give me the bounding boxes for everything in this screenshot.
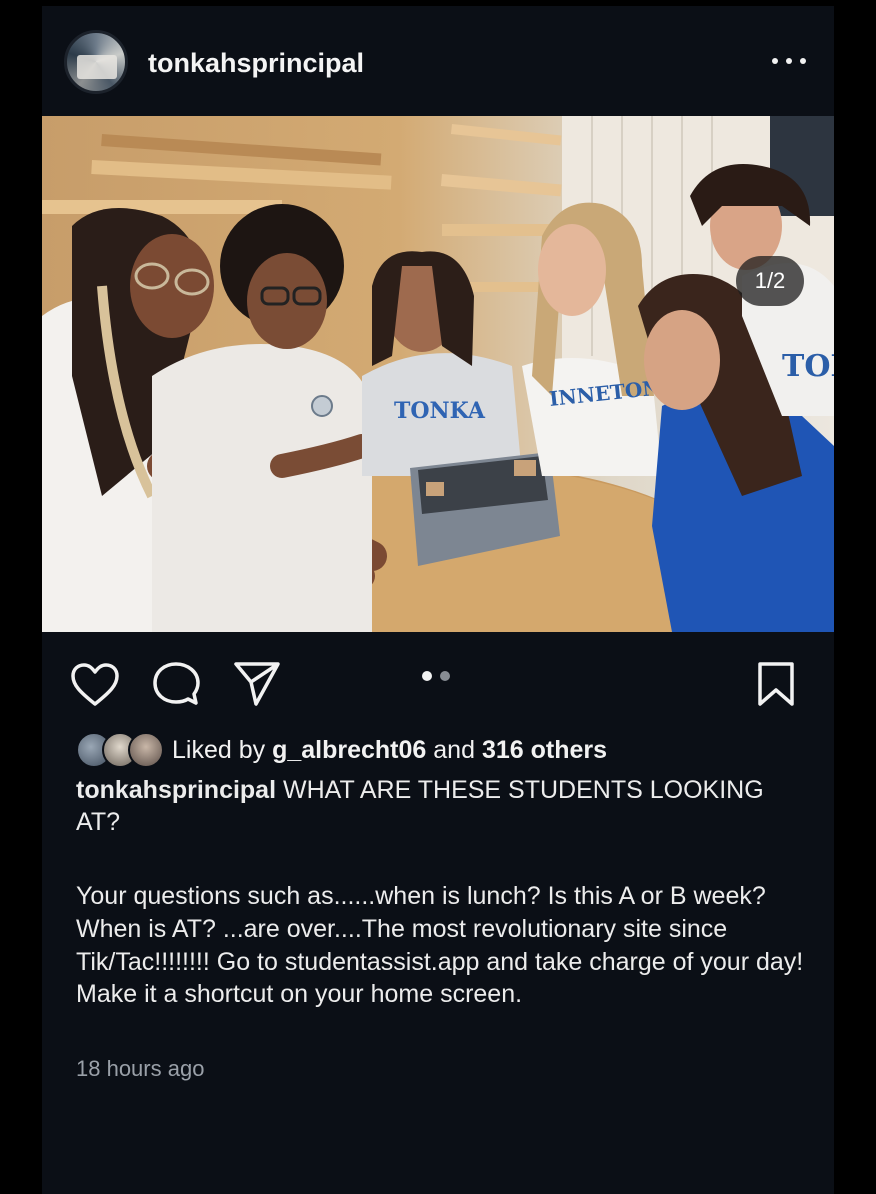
students-photo-illustration: TONKA INNETONKA TON (42, 116, 834, 632)
post-header: tonkahsprincipal (42, 6, 834, 116)
carousel-dot-active (422, 671, 432, 681)
post-timestamp: 18 hours ago (76, 1056, 205, 1081)
svg-text:TON: TON (782, 349, 834, 384)
liked-by-joiner: and (433, 735, 475, 764)
likes-row[interactable]: Liked by g_albrecht06 and 316 others (76, 730, 607, 770)
caption-body: Your questions such as......when is lunc… (76, 882, 818, 1009)
carousel-dot (440, 671, 450, 681)
comment-bubble-icon[interactable] (152, 660, 200, 708)
post-username[interactable]: tonkahsprincipal (148, 48, 364, 79)
liked-by-others[interactable]: 316 others (482, 736, 607, 765)
svg-text:TONKA: TONKA (394, 398, 486, 424)
profile-avatar[interactable] (64, 30, 128, 94)
bookmark-icon[interactable] (756, 660, 796, 708)
carousel-indicator (422, 671, 450, 681)
more-horizontal-icon[interactable] (768, 46, 810, 76)
post-photo[interactable]: TONKA INNETONKA TON 1/2 (42, 116, 834, 632)
heart-icon[interactable] (70, 662, 120, 708)
post-caption: tonkahsprincipal WHAT ARE THESE STUDENTS… (76, 774, 806, 838)
post-actions-bar (42, 632, 834, 728)
send-icon[interactable] (232, 660, 282, 708)
liker-avatars (76, 732, 168, 768)
image-counter-badge: 1/2 (736, 256, 804, 306)
liked-by-prefix: Liked by (172, 735, 266, 764)
caption-username[interactable]: tonkahsprincipal (76, 776, 276, 804)
liked-by-user[interactable]: g_albrecht06 (272, 736, 426, 765)
instagram-post-screen: tonkahsprincipal TONKA INNETONKA TO 1/2 … (42, 6, 834, 1194)
liker-avatar (128, 732, 164, 768)
